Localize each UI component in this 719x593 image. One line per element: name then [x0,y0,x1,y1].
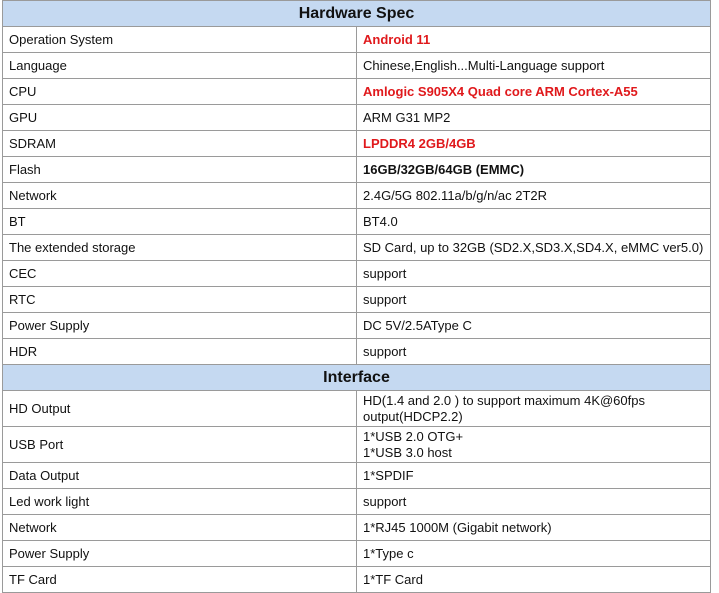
row-value: support [356,286,711,313]
row-value: support [356,338,711,365]
row-value: 1*Type c [356,540,711,567]
table-row: TF Card 1*TF Card [2,566,711,593]
table-row: GPU ARM G31 MP2 [2,104,711,131]
row-label: CPU [2,78,357,105]
row-value: 1*RJ45 1000M (Gigabit network) [356,514,711,541]
row-label: Power Supply [2,312,357,339]
table-row: The extended storage SD Card, up to 32GB… [2,234,711,261]
row-value-line: output(HDCP2.2) [363,408,463,424]
row-label: Language [2,52,357,79]
row-value: 1*TF Card [356,566,711,593]
row-label: HDR [2,338,357,365]
row-value: 2.4G/5G 802.11a/b/g/n/ac 2T2R [356,182,711,209]
table-row: Operation System Android 11 [2,26,711,53]
row-value-line: 1*USB 3.0 host [363,444,452,460]
section-header-hardware: Hardware Spec [2,0,711,27]
section-title-interface: Interface [2,364,711,391]
row-value-line: HD(1.4 and 2.0 ) to support maximum 4K@6… [363,392,645,408]
table-row: Data Output 1*SPDIF [2,462,711,489]
row-value: 1*SPDIF [356,462,711,489]
table-row: HD Output HD(1.4 and 2.0 ) to support ma… [2,390,711,427]
row-value: HD(1.4 and 2.0 ) to support maximum 4K@6… [356,390,711,427]
row-value-line: 1*USB 2.0 OTG+ [363,428,464,444]
table-row: Power Supply DC 5V/2.5AType C [2,312,711,339]
row-label: Led work light [2,488,357,515]
row-label: TF Card [2,566,357,593]
row-value: SD Card, up to 32GB (SD2.X,SD3.X,SD4.X, … [356,234,711,261]
row-value: Chinese,English...Multi-Language support [356,52,711,79]
row-label: Network [2,514,357,541]
row-value: LPDDR4 2GB/4GB [356,130,711,157]
row-value: ARM G31 MP2 [356,104,711,131]
table-row: Power Supply 1*Type c [2,540,711,567]
section-header-interface: Interface [2,364,711,391]
row-label: HD Output [2,390,357,427]
row-label: USB Port [2,426,357,463]
row-label: Data Output [2,462,357,489]
row-value: 16GB/32GB/64GB (EMMC) [356,156,711,183]
row-value: Android 11 [356,26,711,53]
table-row: RTC support [2,286,711,313]
row-label: Operation System [2,26,357,53]
row-label: The extended storage [2,234,357,261]
table-row: CPU Amlogic S905X4 Quad core ARM Cortex-… [2,78,711,105]
row-value: DC 5V/2.5AType C [356,312,711,339]
table-row: Network 2.4G/5G 802.11a/b/g/n/ac 2T2R [2,182,711,209]
row-label: CEC [2,260,357,287]
row-label: BT [2,208,357,235]
spec-sheet: Hardware Spec Operation System Android 1… [0,0,719,593]
row-label: GPU [2,104,357,131]
row-label: Flash [2,156,357,183]
table-row: CEC support [2,260,711,287]
row-value: support [356,488,711,515]
table-row: HDR support [2,338,711,365]
row-value: 1*USB 2.0 OTG+ 1*USB 3.0 host [356,426,711,463]
table-row: Network 1*RJ45 1000M (Gigabit network) [2,514,711,541]
row-label: Power Supply [2,540,357,567]
table-row: Flash 16GB/32GB/64GB (EMMC) [2,156,711,183]
row-label: SDRAM [2,130,357,157]
table-row: Language Chinese,English...Multi-Languag… [2,52,711,79]
table-row: SDRAM LPDDR4 2GB/4GB [2,130,711,157]
row-value: BT4.0 [356,208,711,235]
table-row: Led work light support [2,488,711,515]
spec-table: Hardware Spec Operation System Android 1… [2,0,711,593]
row-value: support [356,260,711,287]
table-row: BT BT4.0 [2,208,711,235]
row-label: RTC [2,286,357,313]
row-value: Amlogic S905X4 Quad core ARM Cortex-A55 [356,78,711,105]
section-title-hardware: Hardware Spec [2,0,711,27]
row-label: Network [2,182,357,209]
table-row: USB Port 1*USB 2.0 OTG+ 1*USB 3.0 host [2,426,711,463]
